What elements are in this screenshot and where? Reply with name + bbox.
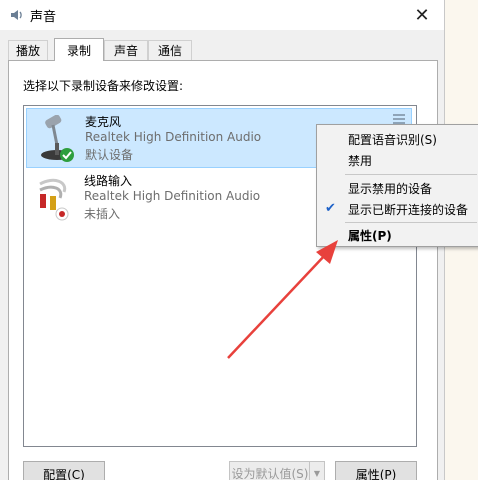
line-in-cable-icon	[39, 178, 69, 221]
tab-sounds[interactable]: 声音	[104, 40, 148, 60]
device-name: 线路输入	[84, 174, 133, 188]
menu-item-label: 禁用	[348, 153, 373, 168]
microphone-icon	[41, 115, 74, 162]
set-default-button[interactable]: 设为默认值(S) ▼	[229, 461, 325, 480]
menu-item-properties[interactable]: 属性(P)	[317, 224, 478, 246]
menu-item-label: 属性(P)	[348, 228, 392, 243]
menu-item-label: 配置语音识别(S)	[348, 132, 437, 147]
red-unplugged-icon	[59, 211, 65, 217]
menu-separator	[345, 174, 477, 175]
menu-item-configure-speech[interactable]: 配置语音识别(S)	[317, 128, 478, 150]
tab-recording[interactable]: 录制	[54, 38, 104, 61]
recording-panel: 选择以下录制设备来修改设置: 麦克风 Realtek High Definiti…	[8, 60, 438, 480]
speaker-icon	[11, 10, 22, 20]
title-bar: 声音 ✕	[0, 0, 444, 30]
menu-item-show-disabled[interactable]: 显示禁用的设备	[317, 177, 478, 199]
set-default-label: 设为默认值(S)	[231, 466, 309, 480]
menu-item-label: 显示已断开连接的设备	[348, 202, 469, 217]
device-name: 麦克风	[85, 115, 122, 129]
context-menu: 配置语音识别(S) 禁用 显示禁用的设备 ✔ 显示已断开连接的设备 属性(P)	[316, 124, 478, 247]
close-icon: ✕	[414, 4, 430, 26]
device-status: 默认设备	[85, 148, 134, 162]
instruction-text: 选择以下录制设备来修改设置:	[23, 79, 184, 93]
device-status: 未插入	[84, 207, 121, 221]
device-description: Realtek High Definition Audio	[85, 130, 262, 144]
tab-playback[interactable]: 播放	[8, 40, 48, 60]
menu-item-show-disconnected[interactable]: ✔ 显示已断开连接的设备	[317, 198, 478, 220]
configure-button[interactable]: 配置(C)	[23, 461, 105, 480]
chevron-down-icon[interactable]: ▼	[309, 462, 324, 480]
window-title: 声音	[30, 10, 57, 25]
close-button[interactable]: ✕	[400, 0, 444, 30]
menu-item-label: 显示禁用的设备	[348, 181, 433, 196]
tab-communications[interactable]: 通信	[148, 40, 192, 60]
properties-button[interactable]: 属性(P)	[335, 461, 417, 480]
device-description: Realtek High Definition Audio	[84, 189, 261, 203]
menu-item-disable[interactable]: 禁用	[317, 149, 478, 171]
green-check-icon	[60, 148, 74, 162]
menu-separator	[345, 222, 477, 223]
checkmark-icon: ✔	[325, 201, 336, 216]
